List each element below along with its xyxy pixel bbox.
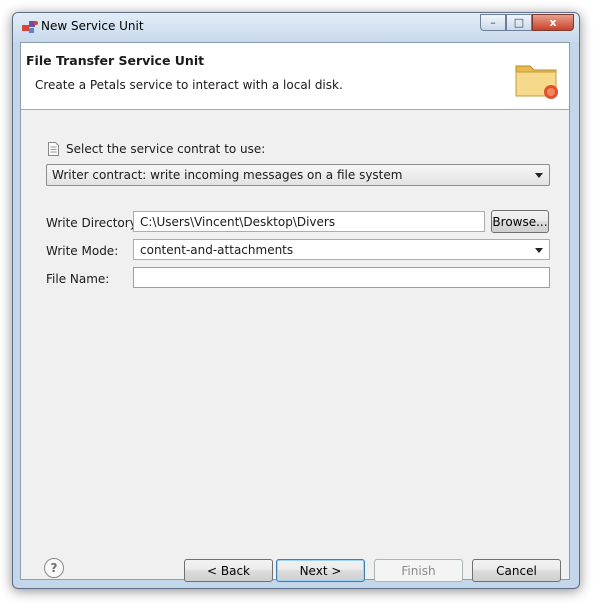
- contract-select[interactable]: Writer contract: write incoming messages…: [46, 164, 550, 186]
- title-bar[interactable]: New Service Unit – □ x: [13, 13, 579, 42]
- close-icon: x: [549, 16, 557, 29]
- minimize-button[interactable]: –: [480, 14, 506, 31]
- help-glyph: ?: [50, 561, 58, 575]
- page-title: File Transfer Service Unit: [26, 53, 205, 68]
- finish-label: Finish: [401, 563, 436, 578]
- browse-button[interactable]: Browse...: [491, 210, 549, 233]
- contract-selected-value: Writer contract: write incoming messages…: [52, 168, 403, 182]
- maximize-icon: □: [513, 16, 525, 29]
- next-button[interactable]: Next >: [276, 559, 365, 582]
- write-mode-select[interactable]: content-and-attachments: [133, 239, 550, 260]
- dialog-content: File Transfer Service Unit Create a Peta…: [20, 42, 570, 582]
- wizard-header: File Transfer Service Unit Create a Peta…: [21, 43, 569, 110]
- document-icon: [48, 142, 59, 156]
- service-unit-icon: [22, 21, 38, 33]
- contract-label-row: Select the service contrat to use:: [48, 142, 265, 156]
- cancel-label: Cancel: [496, 563, 537, 578]
- write-directory-input[interactable]: C:\Users\Vincent\Desktop\Divers: [133, 211, 485, 232]
- write-mode-label: Write Mode:: [46, 244, 119, 258]
- chevron-down-icon: [535, 248, 543, 253]
- help-icon[interactable]: ?: [44, 558, 64, 578]
- cancel-button[interactable]: Cancel: [472, 559, 561, 582]
- folder-icon: [515, 65, 558, 99]
- write-mode-selected-value: content-and-attachments: [140, 243, 294, 257]
- write-directory-value: C:\Users\Vincent\Desktop\Divers: [140, 215, 336, 229]
- window-title: New Service Unit: [41, 19, 144, 33]
- back-button[interactable]: < Back: [184, 559, 273, 582]
- chevron-down-icon: [535, 173, 543, 178]
- contract-label: Select the service contrat to use:: [66, 142, 266, 156]
- window-controls: – □ x: [480, 14, 574, 33]
- page-description: Create a Petals service to interact with…: [35, 78, 343, 92]
- minimize-icon: –: [490, 16, 496, 29]
- close-button[interactable]: x: [532, 14, 574, 31]
- finish-button[interactable]: Finish: [374, 559, 463, 582]
- browse-label: Browse...: [492, 214, 548, 229]
- write-directory-label: Write Directory:: [46, 216, 140, 230]
- back-label: < Back: [206, 563, 250, 578]
- file-name-label: File Name:: [46, 272, 110, 286]
- maximize-button[interactable]: □: [506, 14, 532, 31]
- dialog-window: New Service Unit – □ x File Transfer Ser…: [12, 12, 580, 589]
- file-name-input[interactable]: [133, 267, 550, 288]
- next-label: Next >: [299, 563, 342, 578]
